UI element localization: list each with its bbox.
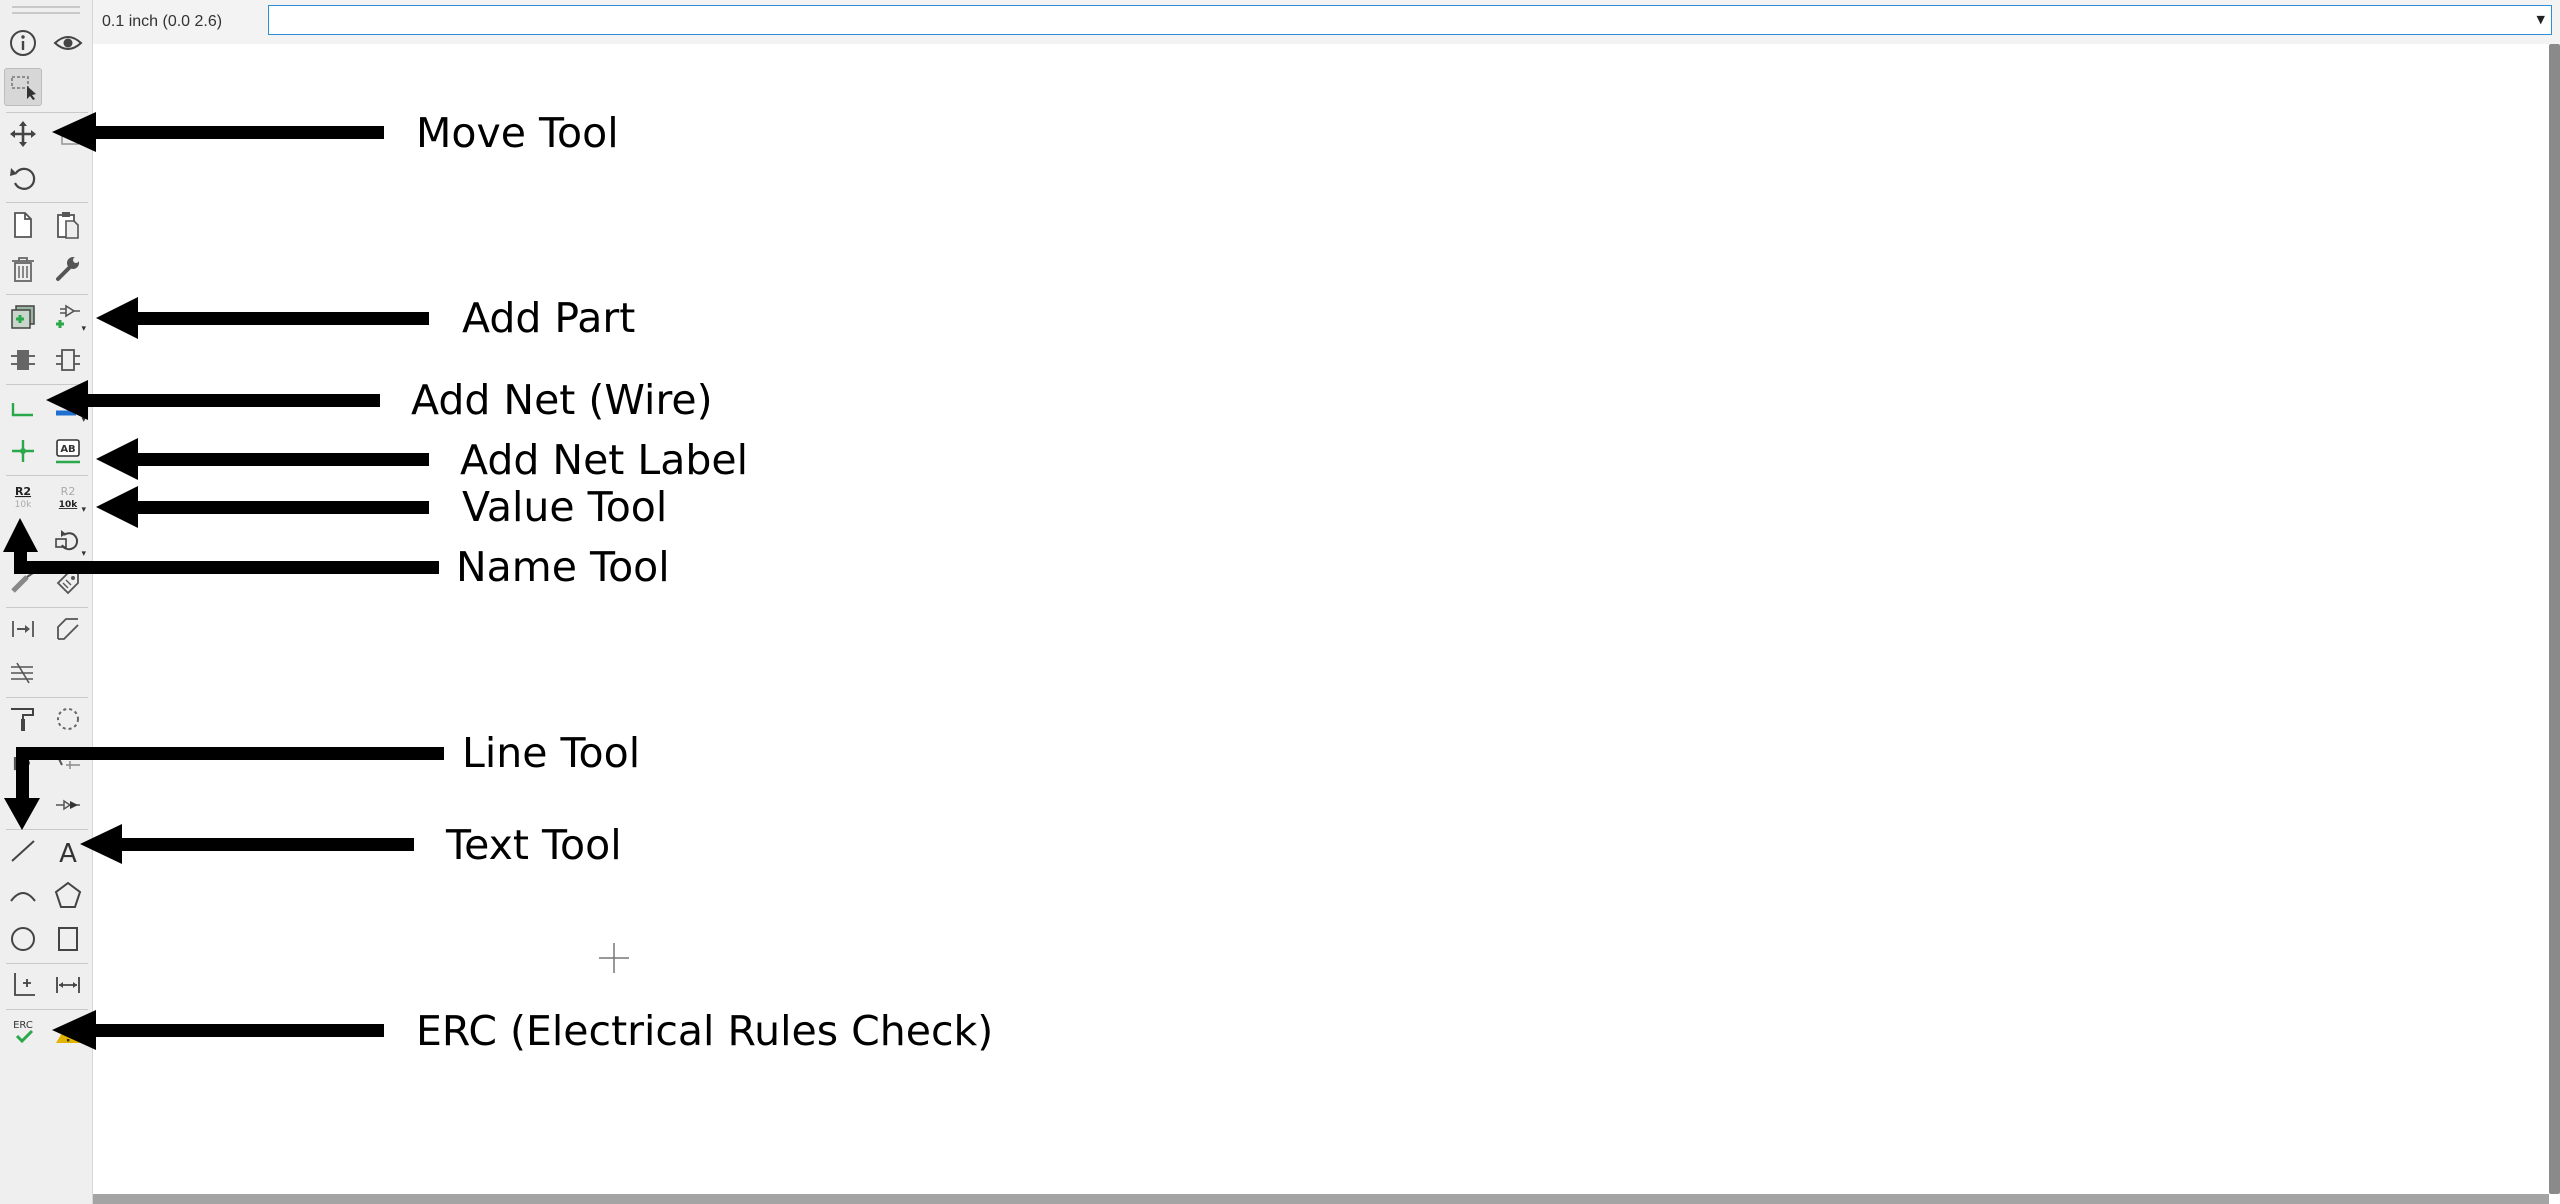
- wrench-icon[interactable]: [49, 250, 87, 288]
- eye-icon[interactable]: [49, 24, 87, 62]
- toolbar-grip[interactable]: [12, 12, 80, 14]
- vertical-scrollbar[interactable]: [2549, 44, 2560, 1194]
- mirror-icon[interactable]: ▾: [49, 522, 87, 560]
- toolbar-separator: [6, 202, 88, 203]
- connect-icon[interactable]: [49, 786, 87, 824]
- annotation-add-net-label: Add Net Label: [460, 436, 749, 484]
- horizontal-scrollbar[interactable]: [93, 1194, 2549, 1204]
- text-icon[interactable]: A: [49, 832, 87, 870]
- command-input[interactable]: ▼: [268, 5, 2552, 35]
- gate-icon[interactable]: [49, 341, 87, 379]
- circle-icon[interactable]: [4, 920, 42, 958]
- measure-icon[interactable]: [49, 966, 87, 1004]
- split-icon[interactable]: [4, 564, 42, 602]
- swap-icon[interactable]: [4, 786, 42, 824]
- grid-label[interactable]: 0.1 inch (0.0 2.6): [102, 13, 222, 31]
- toolbar-separator: [6, 697, 88, 698]
- ripup-icon[interactable]: [49, 744, 87, 782]
- optimize-icon[interactable]: [4, 654, 42, 692]
- chevron-down-icon[interactable]: ▼: [2537, 13, 2545, 26]
- pinswap-icon[interactable]: [4, 341, 42, 379]
- left-toolbar: ▾ ▾ AB R2 10k R2 10k ▾ ▾ A ERC: [0, 0, 93, 1204]
- route-icon[interactable]: [4, 744, 42, 782]
- warning-icon[interactable]: [49, 1012, 87, 1050]
- line-icon[interactable]: [4, 832, 42, 870]
- select-icon[interactable]: [4, 68, 42, 106]
- annotation-text-tool: Text Tool: [446, 821, 622, 869]
- toolbar-grip[interactable]: [12, 6, 80, 8]
- dropdown-caret-icon: ▾: [81, 415, 86, 425]
- name-icon-text: R2: [15, 485, 31, 498]
- toolbar-separator: [6, 475, 88, 476]
- attribute-icon[interactable]: [49, 564, 87, 602]
- paint-icon[interactable]: [4, 700, 42, 738]
- group-icon[interactable]: [49, 700, 87, 738]
- toolbar-separator: [6, 112, 88, 113]
- toolbar-separator: [6, 384, 88, 385]
- junction-icon[interactable]: [4, 432, 42, 470]
- wire-icon[interactable]: [4, 388, 42, 426]
- name-icon[interactable]: R2 10k: [4, 478, 42, 516]
- dropdown-caret-icon: ▾: [81, 324, 86, 334]
- annotation-value-tool: Value Tool: [462, 483, 668, 531]
- annotation-add-part: Add Part: [462, 294, 636, 342]
- rectangle-icon[interactable]: [49, 920, 87, 958]
- paste-icon[interactable]: [49, 206, 87, 244]
- toolbar-separator: [6, 1009, 88, 1010]
- top-bar: 0.1 inch (0.0 2.6) ▼: [93, 0, 2560, 45]
- invoke-icon[interactable]: [4, 610, 42, 648]
- toolbar-separator: [6, 829, 88, 830]
- net-label-icon[interactable]: AB: [49, 432, 87, 470]
- copy-group-icon[interactable]: [49, 115, 87, 153]
- info-icon[interactable]: [4, 24, 42, 62]
- annotation-move-tool: Move Tool: [416, 109, 619, 157]
- toolbar-separator: [6, 607, 88, 608]
- annotation-add-net: Add Net (Wire): [411, 376, 713, 424]
- rotate-icon[interactable]: [4, 159, 42, 197]
- delete-icon[interactable]: [4, 250, 42, 288]
- smash-icon[interactable]: [4, 522, 42, 560]
- polygon-icon[interactable]: [49, 876, 87, 914]
- annotation-line-tool: Line Tool: [462, 729, 641, 777]
- toolbar-separator: [6, 294, 88, 295]
- miter-icon[interactable]: [49, 610, 87, 648]
- arc-icon[interactable]: [4, 876, 42, 914]
- value-icon-subtext: 10k: [59, 500, 79, 510]
- name-icon-subtext: 10k: [15, 500, 32, 510]
- erc-icon-text: ERC: [13, 1020, 33, 1031]
- annotation-erc: ERC (Electrical Rules Check): [416, 1007, 994, 1055]
- dropdown-caret-icon: ▾: [81, 505, 86, 515]
- erc-icon[interactable]: ERC: [4, 1012, 42, 1050]
- dropdown-caret-icon: ▾: [81, 549, 86, 559]
- move-icon[interactable]: [4, 115, 42, 153]
- toolbar-separator: [6, 963, 88, 964]
- value-icon-text: R2: [61, 485, 76, 498]
- bus-icon[interactable]: ▾: [49, 388, 87, 426]
- annotation-name-tool: Name Tool: [456, 543, 670, 591]
- add-part-icon[interactable]: [4, 297, 42, 335]
- value-icon[interactable]: R2 10k ▾: [49, 478, 87, 516]
- copy-icon[interactable]: [4, 206, 42, 244]
- add-symbol-icon[interactable]: ▾: [49, 297, 87, 335]
- net-label-text: AB: [60, 444, 75, 455]
- crosshair-cursor-icon: [599, 943, 629, 973]
- text-icon-glyph: A: [59, 839, 77, 867]
- dimension-icon[interactable]: [4, 966, 42, 1004]
